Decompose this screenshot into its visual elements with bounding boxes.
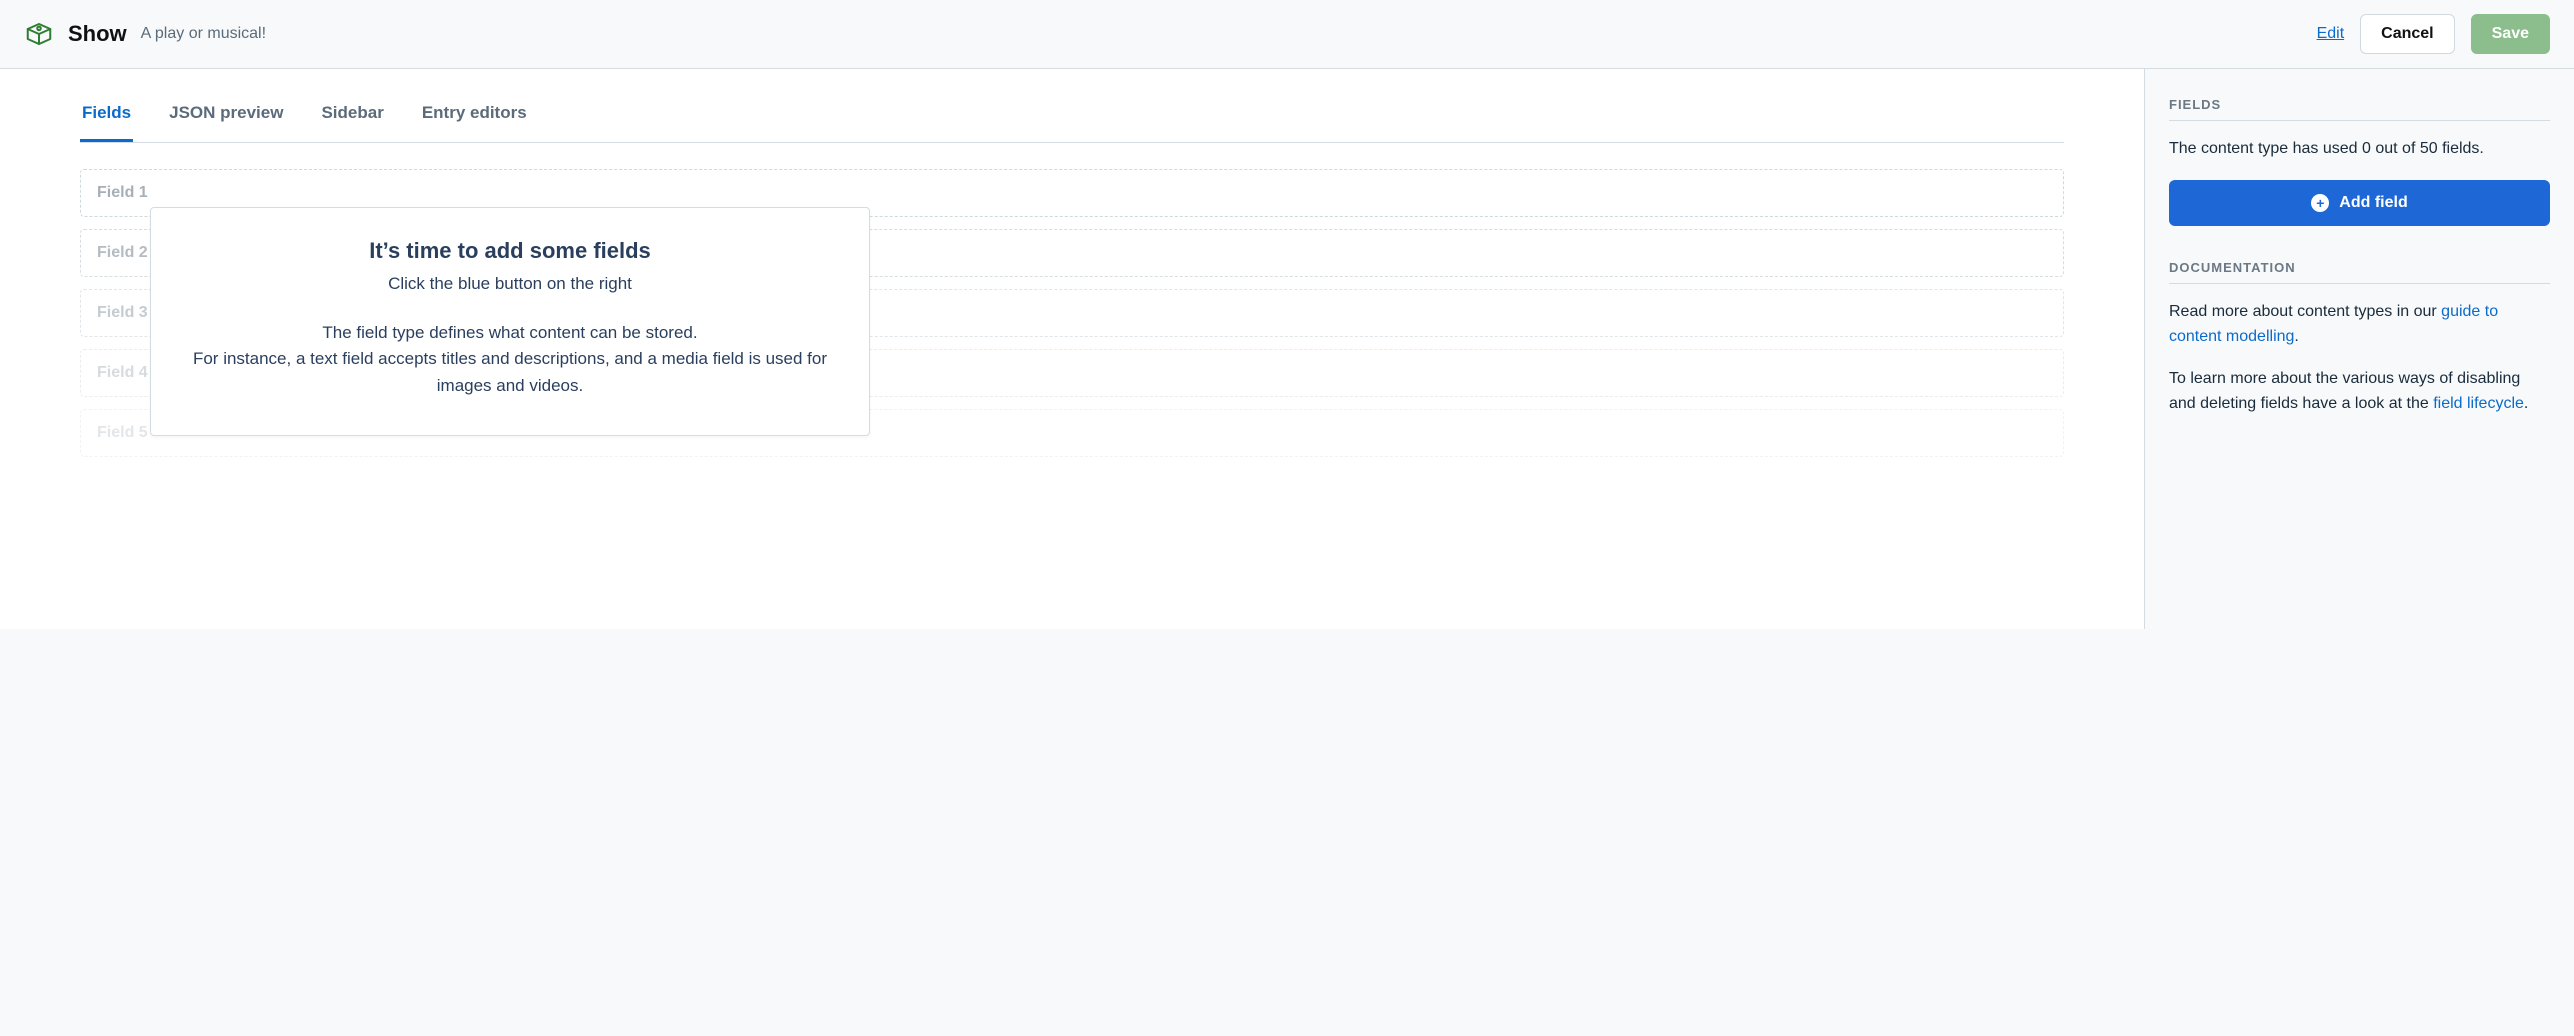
content-type-brand: Show A play or musical!	[24, 19, 266, 49]
plus-circle-icon: +	[2311, 194, 2329, 212]
tab-fields[interactable]: Fields	[80, 89, 133, 142]
onboarding-description: The field type defines what content can …	[191, 320, 829, 399]
save-button[interactable]: Save	[2471, 14, 2550, 54]
onboarding-card: It’s time to add some fields Click the b…	[150, 207, 870, 436]
onboarding-desc-line: The field type defines what content can …	[322, 323, 697, 342]
field-placeholder-label: Field 3	[97, 304, 148, 321]
onboarding-lead: Click the blue button on the right	[191, 274, 829, 294]
sidebar-fields-section: FIELDS The content type has used 0 out o…	[2169, 97, 2550, 226]
sidebar-docs-heading: DOCUMENTATION	[2169, 260, 2550, 284]
tab-json-preview[interactable]: JSON preview	[167, 89, 285, 142]
field-placeholder-label: Field 2	[97, 244, 148, 261]
workbench-main: Fields JSON preview Sidebar Entry editor…	[0, 69, 2144, 629]
workbench-sidebar: FIELDS The content type has used 0 out o…	[2144, 69, 2574, 629]
field-lifecycle-link[interactable]: field lifecycle	[2433, 395, 2524, 412]
docs-text: .	[2524, 395, 2528, 412]
field-placeholder-label: Field 4	[97, 364, 148, 381]
sidebar-documentation-section: DOCUMENTATION Read more about content ty…	[2169, 260, 2550, 417]
content-type-title: Show	[68, 21, 127, 47]
fields-usage-text: The content type has used 0 out of 50 fi…	[2169, 137, 2550, 162]
tab-entry-editors[interactable]: Entry editors	[420, 89, 529, 142]
add-field-button[interactable]: + Add field	[2169, 180, 2550, 226]
content-type-tabs: Fields JSON preview Sidebar Entry editor…	[80, 89, 2064, 143]
field-placeholder-list: Field 1 Field 2 Field 3 Field 4 Field 5 …	[80, 169, 2064, 457]
cancel-button[interactable]: Cancel	[2360, 14, 2454, 54]
onboarding-title: It’s time to add some fields	[191, 238, 829, 264]
sidebar-fields-heading: FIELDS	[2169, 97, 2550, 121]
add-field-label: Add field	[2339, 194, 2407, 212]
workbench-header: Show A play or musical! Edit Cancel Save	[0, 0, 2574, 69]
onboarding-desc-line: For instance, a text field accepts title…	[193, 349, 827, 394]
docs-paragraph: Read more about content types in our gui…	[2169, 300, 2550, 350]
docs-paragraph: To learn more about the various ways of …	[2169, 367, 2550, 417]
field-placeholder-label: Field 1	[97, 184, 148, 201]
docs-text: .	[2294, 328, 2298, 345]
header-actions: Edit Cancel Save	[2317, 14, 2550, 54]
content-type-description: A play or musical!	[141, 25, 266, 43]
docs-text: Read more about content types in our	[2169, 303, 2441, 320]
tab-sidebar[interactable]: Sidebar	[319, 89, 385, 142]
content-type-icon	[24, 19, 54, 49]
field-placeholder-label: Field 5	[97, 424, 148, 441]
edit-link[interactable]: Edit	[2317, 25, 2345, 43]
